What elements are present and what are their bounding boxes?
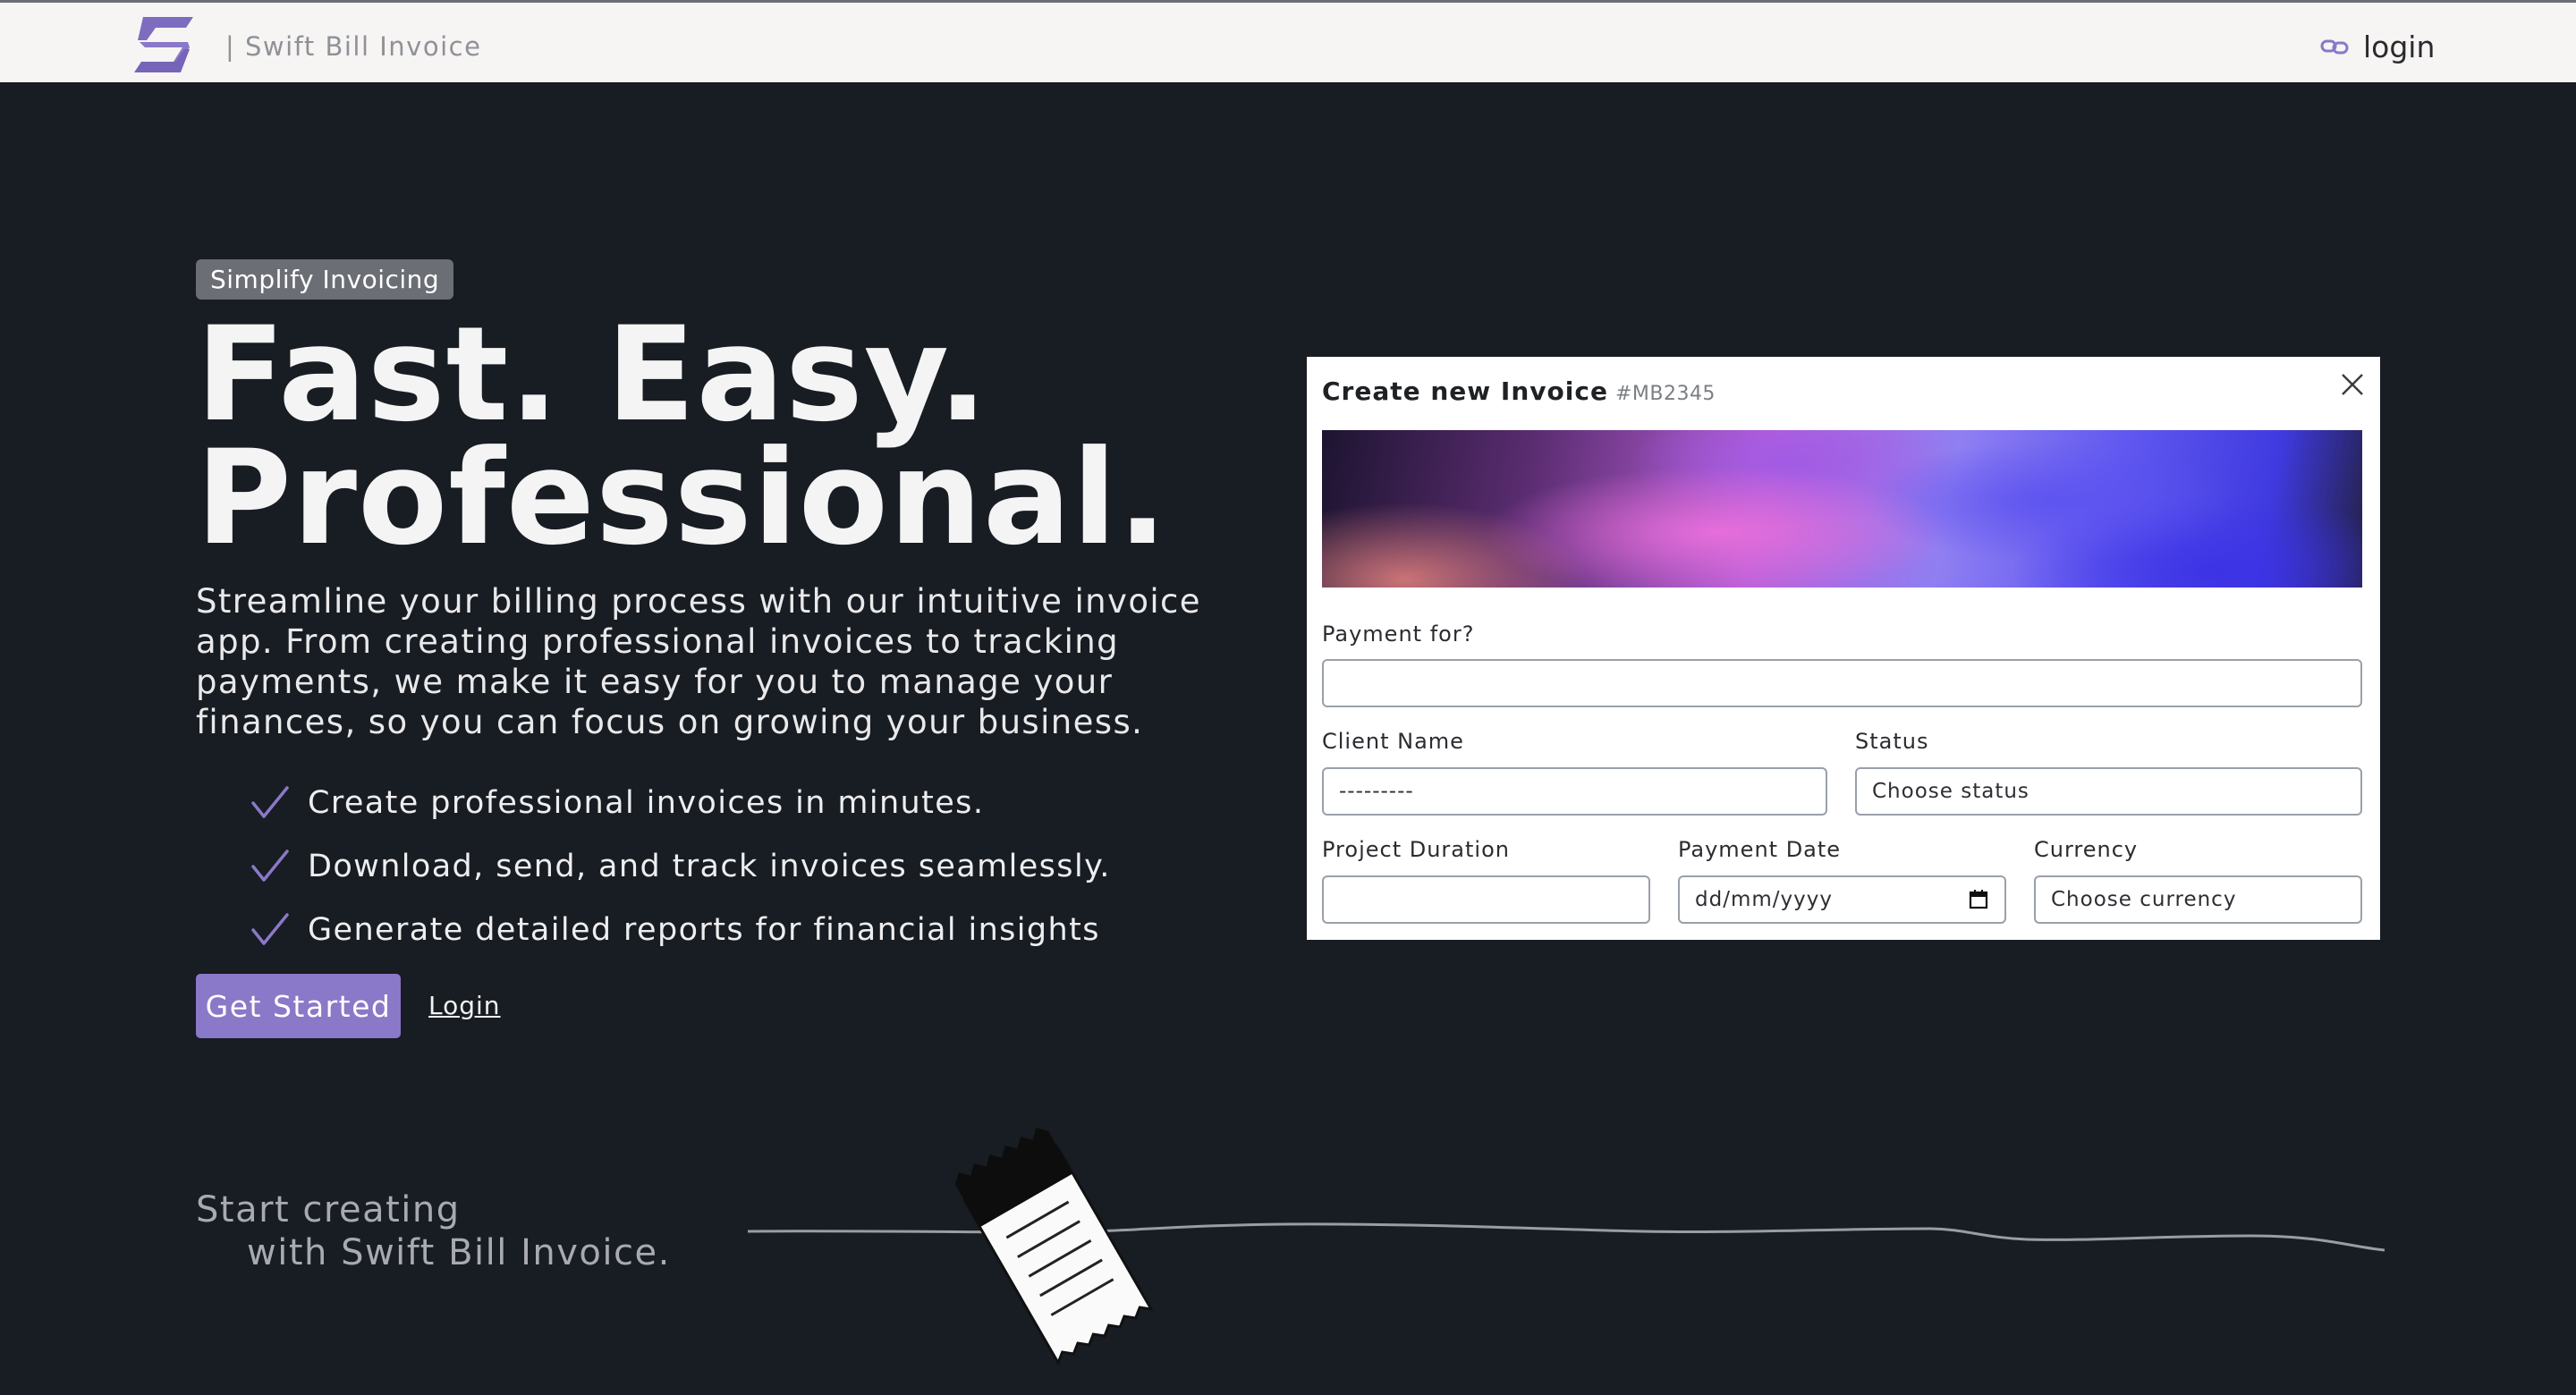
- payment-date-placeholder: dd/mm/yyyy: [1695, 888, 1833, 911]
- currency-select[interactable]: Choose currency: [2034, 875, 2362, 924]
- close-icon[interactable]: [2337, 369, 2368, 400]
- hero-description: Streamline your billing process with our…: [196, 582, 1201, 741]
- project-duration-label: Project Duration: [1322, 837, 1510, 862]
- status-label: Status: [1855, 729, 1929, 754]
- client-name-label: Client Name: [1322, 729, 1464, 754]
- feature-item: Create professional invoices in minutes.: [250, 771, 1111, 834]
- checkmark-icon: [251, 785, 289, 818]
- hero-headline: Fast. Easy. Professional.: [196, 309, 1168, 563]
- feature-item: Generate detailed reports for financial …: [250, 898, 1111, 961]
- brand-name: | Swift Bill Invoice: [225, 31, 482, 62]
- header-login-button[interactable]: login: [2320, 28, 2435, 65]
- hero-badge: Simplify Invoicing: [196, 259, 454, 300]
- project-duration-input[interactable]: [1322, 875, 1650, 924]
- checkmark-icon: [251, 849, 289, 882]
- headline-line-2: Professional.: [196, 422, 1168, 574]
- get-started-button[interactable]: Get Started: [196, 974, 401, 1038]
- swift-bill-logo-icon[interactable]: [134, 17, 193, 72]
- feature-item: Download, send, and track invoices seaml…: [250, 834, 1111, 898]
- currency-label: Currency: [2034, 837, 2139, 862]
- link-icon: [2320, 39, 2349, 55]
- top-bar: | Swift Bill Invoice login: [0, 0, 2576, 82]
- invoice-banner-gradient: [1322, 430, 2362, 588]
- status-select[interactable]: Choose status: [1855, 767, 2362, 816]
- checkmark-icon: [251, 912, 289, 945]
- tagline-line-1: Start creating: [196, 1189, 461, 1230]
- header-login-label: login: [2363, 29, 2436, 64]
- tagline-line-2: with Swift Bill Invoice.: [247, 1232, 671, 1273]
- payment-date-input[interactable]: dd/mm/yyyy: [1678, 875, 2006, 924]
- calendar-icon[interactable]: [1969, 889, 1988, 910]
- feature-text: Download, send, and track invoices seaml…: [308, 848, 1111, 884]
- payment-for-input[interactable]: [1322, 659, 2362, 707]
- feature-text: Create professional invoices in minutes.: [308, 784, 985, 821]
- feature-text: Generate detailed reports for financial …: [308, 911, 1100, 948]
- invoice-title-text: Create new Invoice: [1322, 376, 1608, 406]
- payment-date-label: Payment Date: [1678, 837, 1842, 862]
- invoice-id: #MB2345: [1614, 383, 1716, 405]
- invoice-form-card: Create new Invoice #MB2345 Payment for? C…: [1307, 357, 2380, 940]
- receipt-icon: [955, 1128, 1154, 1366]
- client-name-input[interactable]: ---------: [1322, 767, 1827, 816]
- hero-login-link[interactable]: Login: [428, 991, 501, 1020]
- invoice-card-title: Create new Invoice #MB2345: [1322, 376, 1716, 406]
- payment-for-label: Payment for?: [1322, 621, 1475, 647]
- feature-list: Create professional invoices in minutes.…: [250, 771, 1111, 961]
